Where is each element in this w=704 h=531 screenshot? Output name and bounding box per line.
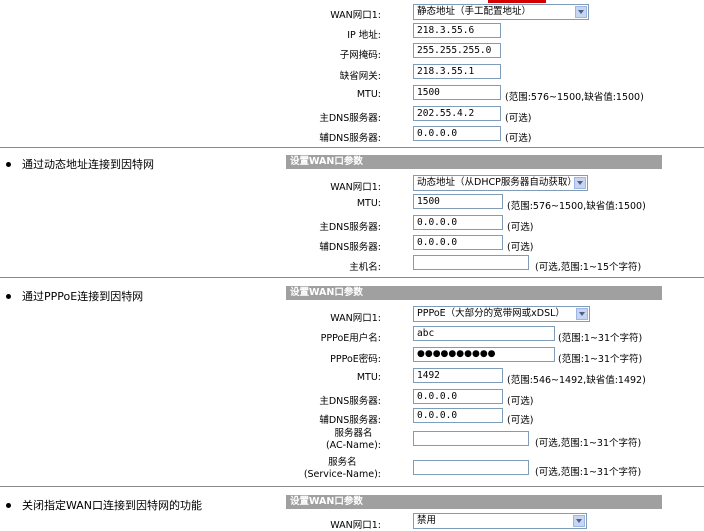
dynamic-host-hint: (可选,范围:1~15个字符): [535, 262, 642, 273]
static-ip-label: IP 地址:: [347, 30, 381, 41]
pppoe-mtu-hint: (范围:546~1492,缺省值:1492): [507, 375, 646, 386]
dynamic-dns1-hint: (可选): [507, 222, 534, 233]
pppoe-ac-label-line1: 服务器名: [334, 428, 373, 439]
dynamic-host-label: 主机名:: [349, 262, 381, 273]
static-mask-input[interactable]: 255.255.255.0: [413, 43, 501, 58]
static-dns1-hint: (可选): [505, 113, 532, 124]
pppoe-svc-label: 服务名 (Service-Name):: [304, 457, 381, 481]
disabled-bullet: 关闭指定WAN口连接到因特网的功能: [6, 497, 202, 513]
static-dns2-label: 辅DNS服务器:: [319, 133, 381, 144]
top-accent-bar: [488, 0, 546, 3]
static-wan-port-value: 静态地址（手工配置地址）: [417, 6, 532, 17]
pppoe-dns1-input[interactable]: 0.0.0.0: [413, 389, 503, 404]
bullet-icon: [6, 161, 11, 167]
pppoe-dns2-label: 辅DNS服务器:: [319, 415, 381, 426]
pppoe-bullet-text: 通过PPPoE连接到因特网: [22, 290, 144, 303]
section-divider: [0, 147, 704, 148]
bullet-icon: [6, 502, 11, 508]
dynamic-wan-port-select[interactable]: 动态地址（从DHCP服务器自动获取）: [413, 175, 588, 191]
chevron-down-icon: [573, 515, 585, 527]
dynamic-dns2-label: 辅DNS服务器:: [319, 242, 381, 253]
bullet-icon: [6, 293, 11, 299]
static-wan-port-label: WAN网口1:: [330, 10, 381, 21]
pppoe-dns2-hint: (可选): [507, 415, 534, 426]
pppoe-dns1-label: 主DNS服务器:: [319, 396, 381, 407]
static-ip-input[interactable]: 218.3.55.6: [413, 23, 501, 38]
static-mtu-hint: (范围:576~1500,缺省值:1500): [505, 92, 644, 103]
static-mtu-label: MTU:: [356, 89, 381, 100]
dynamic-section-header: 设置WAN口参数: [286, 155, 662, 169]
disabled-wan-port-select[interactable]: 禁用: [413, 513, 587, 529]
pppoe-svc-input[interactable]: [413, 460, 529, 475]
section-divider: [0, 277, 704, 278]
pppoe-pass-label: PPPoE密码:: [330, 354, 381, 365]
dynamic-dns1-input[interactable]: 0.0.0.0: [413, 215, 503, 230]
dynamic-bullet-text: 通过动态地址连接到因特网: [22, 158, 154, 171]
dynamic-wan-port-value: 动态地址（从DHCP服务器自动获取）: [417, 177, 577, 188]
pppoe-ac-input[interactable]: [413, 431, 529, 446]
static-wan-port-select[interactable]: 静态地址（手工配置地址）: [413, 4, 589, 20]
pppoe-ac-label-line2: (AC-Name):: [325, 440, 381, 451]
static-gateway-input[interactable]: 218.3.55.1: [413, 64, 501, 79]
pppoe-user-input[interactable]: abc: [413, 326, 555, 341]
dynamic-host-input[interactable]: [413, 255, 529, 270]
chevron-down-icon: [576, 308, 588, 320]
disabled-wan-port-label: WAN网口1:: [330, 520, 381, 531]
dynamic-mtu-hint: (范围:576~1500,缺省值:1500): [507, 201, 646, 212]
disabled-wan-port-value: 禁用: [417, 515, 437, 526]
pppoe-section-header: 设置WAN口参数: [286, 286, 662, 300]
pppoe-dns1-hint: (可选): [507, 396, 534, 407]
pppoe-user-label: PPPoE用户名:: [320, 333, 381, 344]
pppoe-password-input[interactable]: ●●●●●●●●●●: [413, 347, 555, 362]
pppoe-wan-port-value: PPPoE（大部分的宽带网或xDSL）: [417, 308, 565, 319]
pppoe-dns2-input[interactable]: 0.0.0.0: [413, 408, 503, 423]
dynamic-mtu-input[interactable]: 1500: [413, 194, 503, 209]
pppoe-ac-label: 服务器名 (AC-Name):: [326, 428, 381, 452]
static-dns2-hint: (可选): [505, 133, 532, 144]
section-divider: [0, 486, 704, 487]
disabled-bullet-text: 关闭指定WAN口连接到因特网的功能: [22, 499, 203, 512]
pppoe-pass-hint: (范围:1~31个字符): [558, 354, 643, 365]
chevron-down-icon: [575, 6, 587, 18]
static-gateway-label: 缺省网关:: [339, 71, 381, 82]
dynamic-bullet: 通过动态地址连接到因特网: [6, 156, 154, 172]
pppoe-ac-hint: (可选,范围:1~31个字符): [535, 438, 642, 449]
pppoe-bullet: 通过PPPoE连接到因特网: [6, 288, 143, 304]
static-mtu-input[interactable]: 1500: [413, 85, 501, 100]
static-dns2-input[interactable]: 0.0.0.0: [413, 126, 501, 141]
pppoe-svc-label-line2: (Service-Name):: [303, 469, 381, 480]
disabled-section-header: 设置WAN口参数: [286, 495, 662, 509]
pppoe-svc-hint: (可选,范围:1~31个字符): [535, 467, 642, 478]
pppoe-svc-label-line1: 服务名: [328, 457, 357, 468]
chevron-down-icon: [574, 177, 586, 189]
dynamic-wan-port-label: WAN网口1:: [330, 182, 381, 193]
pppoe-mtu-label: MTU:: [356, 372, 381, 383]
dynamic-dns1-label: 主DNS服务器:: [319, 222, 381, 233]
pppoe-wan-port-select[interactable]: PPPoE（大部分的宽带网或xDSL）: [413, 306, 590, 322]
static-dns1-label: 主DNS服务器:: [319, 113, 381, 124]
pppoe-wan-port-label: WAN网口1:: [330, 313, 381, 324]
dynamic-dns2-hint: (可选): [507, 242, 534, 253]
dynamic-mtu-label: MTU:: [356, 198, 381, 209]
static-mask-label: 子网掩码:: [339, 50, 381, 61]
dynamic-dns2-input[interactable]: 0.0.0.0: [413, 235, 503, 250]
pppoe-user-hint: (范围:1~31个字符): [558, 333, 643, 344]
pppoe-mtu-input[interactable]: 1492: [413, 368, 503, 383]
static-dns1-input[interactable]: 202.55.4.2: [413, 106, 501, 121]
